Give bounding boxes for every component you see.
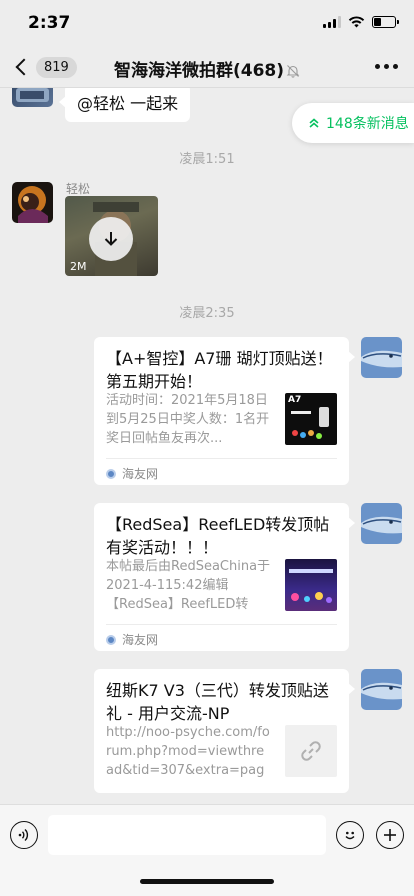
card-title: 【RedSea】ReefLED转发顶帖有奖活动！！！ [106, 515, 330, 557]
sender-avatar[interactable] [361, 669, 402, 710]
status-time: 2:37 [28, 13, 71, 33]
more-button[interactable] [375, 64, 398, 69]
status-bar: 2:37 [0, 0, 414, 46]
emoji-icon [345, 831, 355, 840]
image-message[interactable]: 2M [65, 196, 158, 276]
thumbnail-label: A7 [288, 395, 302, 405]
card-thumbnail: A7 [285, 393, 337, 445]
emoji-button[interactable] [336, 821, 364, 849]
card-source: 海友网 [106, 465, 158, 482]
sender-avatar[interactable] [361, 503, 402, 544]
avatar-image [16, 88, 49, 102]
image-size: 2M [70, 260, 87, 273]
avatar-image [361, 516, 402, 534]
nav-bar: 819 智海海洋微拍群(468) [0, 46, 414, 88]
chat-title-wrap[interactable]: 智海海洋微拍群(468) [0, 56, 414, 81]
voice-icon [18, 828, 29, 842]
card-source: 海友网 [106, 631, 158, 648]
home-indicator[interactable] [140, 879, 274, 884]
more-dot [393, 64, 398, 69]
timestamp: 凌晨2:35 [179, 306, 235, 321]
link-card[interactable]: 【RedSea】ReefLED转发顶帖有奖活动！！！ 本帖最后由RedSeaCh… [94, 503, 355, 651]
source-name: 海友网 [122, 467, 159, 481]
double-chevron-up-icon [309, 118, 319, 128]
download-button[interactable] [89, 217, 133, 261]
bubble-tail [348, 351, 355, 363]
avatar-image [361, 682, 402, 700]
card-description: 活动时间：2021年5月18日到5月25日中奖人数：1名开奖日回帖鱼友再次... [106, 393, 270, 446]
card-description: http://noo-psyche.com/forum.php?mod=view… [106, 725, 270, 778]
sender-avatar[interactable] [12, 182, 53, 223]
plus-button[interactable] [376, 821, 404, 849]
link-card[interactable]: 纽斯K7 V3（三代）转发顶贴送礼 - 用户交流-NP http://noo-p… [94, 669, 355, 793]
wifi-icon [348, 16, 365, 28]
sender-avatar[interactable] [12, 88, 53, 107]
card-divider [106, 624, 337, 625]
bell-off-icon [286, 65, 300, 78]
message-input[interactable] [48, 815, 326, 855]
bubble-tail [348, 517, 355, 529]
text-message[interactable]: @轻松 一起来 [59, 88, 191, 122]
bubble-tail [348, 683, 355, 695]
plus-icon [384, 829, 396, 841]
source-name: 海友网 [122, 633, 159, 647]
link-icon [301, 741, 321, 761]
more-dot [375, 64, 380, 69]
card-thumbnail [285, 559, 337, 611]
voice-button[interactable] [10, 821, 38, 849]
chat-area[interactable]: @轻松 一起来 148条新消息 凌晨1:51 轻松 2M 凌晨2:35 【A+智… [0, 88, 414, 804]
source-icon [106, 634, 116, 645]
card-description: 本帖最后由RedSeaChina于2021-4-115:42编辑【RedSea】… [106, 559, 271, 612]
card-divider [106, 458, 337, 459]
download-arrow-icon [104, 232, 118, 246]
sender-name: 轻松 [66, 182, 91, 196]
thumbnail-image [289, 569, 333, 603]
source-icon [106, 468, 116, 479]
chat-title: 智海海洋微拍群(468) [113, 61, 285, 81]
more-dot [384, 64, 389, 69]
card-title: 【A+智控】A7珊 瑚灯顶贴送！第五期开始！ [106, 349, 333, 391]
timestamp: 凌晨1:51 [179, 152, 235, 167]
link-card[interactable]: 【A+智控】A7珊 瑚灯顶贴送！第五期开始！ 活动时间：2021年5月18日到5… [94, 337, 355, 485]
message-text: @轻松 一起来 [77, 94, 179, 113]
new-messages-label: 148条新消息 [326, 116, 409, 132]
bubble-tail [59, 96, 66, 108]
status-icons [323, 16, 399, 28]
cellular-signal-icon [323, 16, 341, 28]
new-messages-button[interactable]: 148条新消息 [292, 103, 414, 143]
avatar-image [361, 350, 402, 368]
sender-avatar[interactable] [361, 337, 402, 378]
card-title: 纽斯K7 V3（三代）转发顶贴送礼 - 用户交流-NP [106, 681, 329, 723]
battery-icon [372, 16, 399, 28]
avatar-image [18, 186, 48, 223]
card-thumbnail [285, 725, 337, 777]
